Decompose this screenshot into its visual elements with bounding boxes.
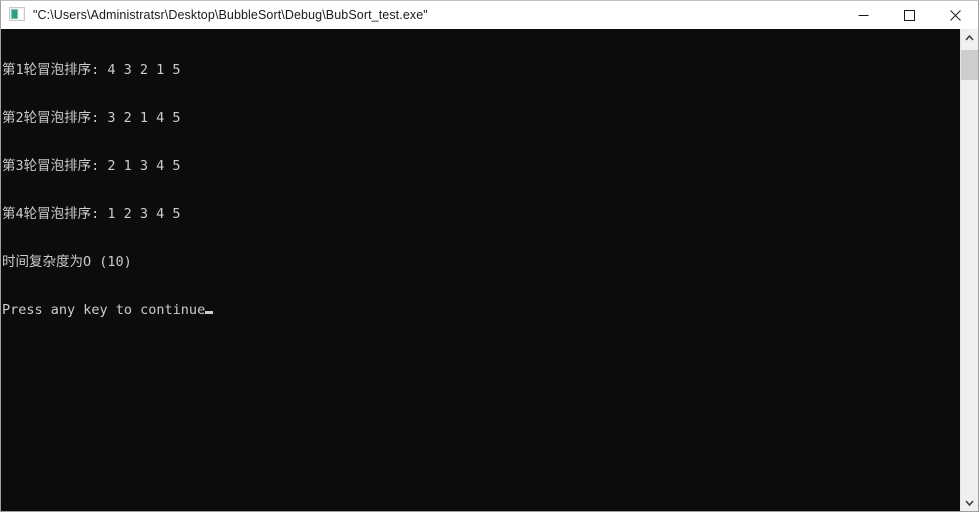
console-prompt-text: Press any key to continue xyxy=(2,302,206,318)
console-line: 时间复杂度为O (10) xyxy=(2,254,132,270)
minimize-icon xyxy=(858,14,868,16)
scrollbar-track[interactable] xyxy=(961,46,978,494)
scrollbar-thumb[interactable] xyxy=(961,50,978,80)
console-line: 第2轮冒泡排序: 3 2 1 4 5 xyxy=(2,110,181,126)
console-body: 第1轮冒泡排序: 4 3 2 1 5 第2轮冒泡排序: 3 2 1 4 5 第3… xyxy=(1,29,978,511)
close-button[interactable] xyxy=(932,1,978,29)
close-icon xyxy=(949,9,961,21)
minimize-button[interactable] xyxy=(840,1,886,29)
chevron-down-icon xyxy=(965,499,974,506)
scroll-down-button[interactable] xyxy=(961,494,978,511)
console-text-buffer: 第1轮冒泡排序: 4 3 2 1 5 第2轮冒泡排序: 3 2 1 4 5 第3… xyxy=(1,29,960,350)
text-cursor xyxy=(205,311,214,314)
console-prompt-line: Press any key to continue xyxy=(2,302,960,318)
console-output-screen[interactable]: 第1轮冒泡排序: 4 3 2 1 5 第2轮冒泡排序: 3 2 1 4 5 第3… xyxy=(1,29,960,511)
maximize-button[interactable] xyxy=(886,1,932,29)
console-line: 第1轮冒泡排序: 4 3 2 1 5 xyxy=(2,62,181,78)
console-line: 第4轮冒泡排序: 1 2 3 4 5 xyxy=(2,206,181,222)
chevron-up-icon xyxy=(965,34,974,41)
maximize-icon xyxy=(903,9,915,21)
console-line: 第3轮冒泡排序: 2 1 3 4 5 xyxy=(2,158,181,174)
window-controls xyxy=(840,1,978,29)
vertical-scrollbar[interactable] xyxy=(960,29,978,511)
scroll-up-button[interactable] xyxy=(961,29,978,46)
console-window: "C:\Users\Administratsr\Desktop\BubbleSo… xyxy=(0,0,979,512)
window-title: "C:\Users\Administratsr\Desktop\BubbleSo… xyxy=(33,8,428,22)
title-bar[interactable]: "C:\Users\Administratsr\Desktop\BubbleSo… xyxy=(1,1,978,29)
console-window-icon xyxy=(9,7,25,23)
